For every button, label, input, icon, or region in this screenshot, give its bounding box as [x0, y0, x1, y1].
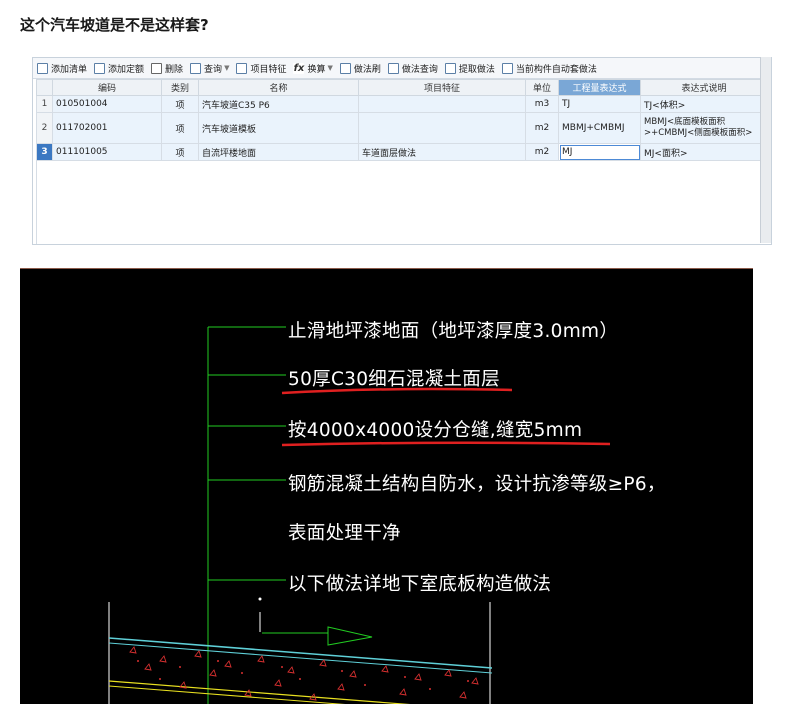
auto-apply-label: 当前构件自动套做法 — [515, 64, 597, 75]
question-title: 这个汽车坡道是不是这样套? — [20, 16, 209, 34]
cell-code[interactable]: 010501004 — [52, 95, 162, 113]
cell-name[interactable]: 汽车坡道C35 P6 — [198, 95, 359, 113]
cell-name[interactable]: 汽车坡道模板 — [198, 112, 359, 144]
rebar-line-2 — [108, 685, 346, 704]
quantity-grid-panel: 添加清单 添加定额 删除 查询 ▼ 项目特征 fx 换算 ▼ 做法刷 做法查询 … — [32, 57, 772, 245]
add-quota-button[interactable]: 添加定额 — [94, 62, 144, 75]
column-header-rowno — [36, 79, 53, 96]
delete-label: 删除 — [165, 64, 184, 75]
method-search-icon — [387, 62, 399, 74]
cad-note-line-6: 以下做法详地下室底板构造做法 — [288, 574, 552, 595]
side-panel-edge — [760, 57, 771, 243]
cell-expression[interactable]: TJ — [558, 95, 641, 113]
add-list-label: 添加清单 — [51, 64, 88, 75]
surface-line-top — [108, 637, 493, 669]
grid-toolbar: 添加清单 添加定额 删除 查询 ▼ 项目特征 fx 换算 ▼ 做法刷 做法查询 … — [33, 58, 771, 79]
convert-label: 换算 — [307, 64, 326, 75]
cad-drawing: 止滑地坪漆地面（地坪漆厚度3.0mm） 50厚C30细石混凝土面层 按4000x… — [20, 268, 753, 704]
grid-empty-area — [36, 161, 768, 244]
auto-apply-icon — [501, 62, 513, 74]
trash-icon — [151, 62, 163, 74]
add-list-button[interactable]: 添加清单 — [37, 62, 87, 75]
quantity-table: 编码 类别 名称 项目特征 单位 工程量表达式 表达式说明 1 01050100… — [36, 79, 768, 161]
method-search-button[interactable]: 做法查询 — [387, 62, 438, 75]
search-icon — [190, 62, 202, 74]
brush-icon — [339, 62, 351, 74]
cell-description[interactable]: MBMJ<底面模板面积>+CMBMJ<侧面模板面积> — [640, 112, 768, 144]
item-feature-label: 项目特征 — [250, 64, 287, 75]
cell-type[interactable]: 项 — [161, 143, 199, 161]
arrow-dot — [258, 597, 262, 601]
cell-unit[interactable]: m2 — [525, 112, 559, 144]
item-feature-button[interactable]: 项目特征 — [236, 62, 286, 75]
method-brush-button[interactable]: 做法刷 — [339, 62, 381, 75]
add-quota-label: 添加定额 — [108, 64, 145, 75]
column-header-type[interactable]: 类别 — [161, 79, 199, 96]
chevron-down-icon: ▼ — [327, 64, 333, 72]
query-button[interactable]: 查询 ▼ — [190, 62, 229, 75]
table-row[interactable]: 2 011702001 项 汽车坡道模板 m2 MBMJ+CMBMJ MBMJ<… — [36, 112, 768, 144]
extract-method-label: 提取做法 — [458, 64, 495, 75]
column-header-feature[interactable]: 项目特征 — [358, 79, 526, 96]
feature-icon — [236, 62, 248, 74]
cell-type[interactable]: 项 — [161, 95, 199, 113]
delete-button[interactable]: 删除 — [151, 62, 183, 75]
cad-note-line-1: 止滑地坪漆地面（地坪漆厚度3.0mm） — [288, 321, 619, 342]
slope-arrow-head — [327, 626, 373, 646]
extract-method-button[interactable]: 提取做法 — [444, 62, 495, 75]
column-header-name[interactable]: 名称 — [198, 79, 359, 96]
table-row[interactable]: 1 010501004 项 汽车坡道C35 P6 m3 TJ TJ<体积> — [36, 95, 768, 113]
method-search-label: 做法查询 — [401, 64, 438, 75]
row-number[interactable]: 3 — [36, 143, 53, 161]
cell-expression-editing[interactable]: MJ — [558, 143, 641, 161]
add-quota-icon — [94, 62, 106, 74]
column-header-expression[interactable]: 工程量表达式 — [558, 79, 641, 96]
method-brush-label: 做法刷 — [353, 64, 381, 75]
cell-description[interactable]: TJ<体积> — [640, 95, 768, 113]
cell-feature[interactable]: 车道面层做法 — [358, 143, 526, 161]
add-list-icon — [37, 62, 48, 74]
extract-icon — [444, 62, 456, 74]
cell-feature[interactable] — [358, 95, 526, 113]
fx-icon: fx — [293, 62, 305, 74]
row-number[interactable]: 1 — [36, 95, 53, 113]
column-header-unit[interactable]: 单位 — [525, 79, 559, 96]
table-header-row: 编码 类别 名称 项目特征 单位 工程量表达式 表达式说明 — [36, 79, 768, 96]
surface-line-bottom — [108, 642, 493, 674]
red-underline-2 — [281, 441, 611, 447]
query-label: 查询 — [204, 64, 223, 75]
cell-description[interactable]: MJ<面积> — [640, 143, 768, 161]
cad-note-line-2: 50厚C30细石混凝土面层 — [288, 369, 500, 390]
cad-note-line-5: 表面处理干净 — [288, 523, 401, 544]
cell-expression[interactable]: MBMJ+CMBMJ — [558, 112, 641, 144]
cad-note-line-4: 钢筋混凝土结构自防水，设计抗渗等级≥P6， — [288, 474, 666, 495]
cell-code[interactable]: 011101005 — [52, 143, 162, 161]
cell-unit[interactable]: m3 — [525, 95, 559, 113]
cell-feature[interactable] — [358, 112, 526, 144]
cell-type[interactable]: 项 — [161, 112, 199, 144]
column-header-description[interactable]: 表达式说明 — [640, 79, 768, 96]
auto-apply-button[interactable]: 当前构件自动套做法 — [501, 62, 597, 75]
row-number[interactable]: 2 — [36, 112, 53, 144]
cell-name[interactable]: 自流坪楼地面 — [198, 143, 359, 161]
convert-button[interactable]: fx 换算 ▼ — [293, 62, 333, 75]
cell-unit[interactable]: m2 — [525, 143, 559, 161]
column-header-code[interactable]: 编码 — [52, 79, 162, 96]
table-row[interactable]: 3 011101005 项 自流坪楼地面 车道面层做法 m2 MJ MJ<面积> — [36, 143, 768, 161]
cad-note-line-3: 按4000x4000设分仓缝,缝宽5mm — [288, 420, 583, 441]
chevron-down-icon: ▼ — [224, 64, 230, 72]
cell-code[interactable]: 011702001 — [52, 112, 162, 144]
